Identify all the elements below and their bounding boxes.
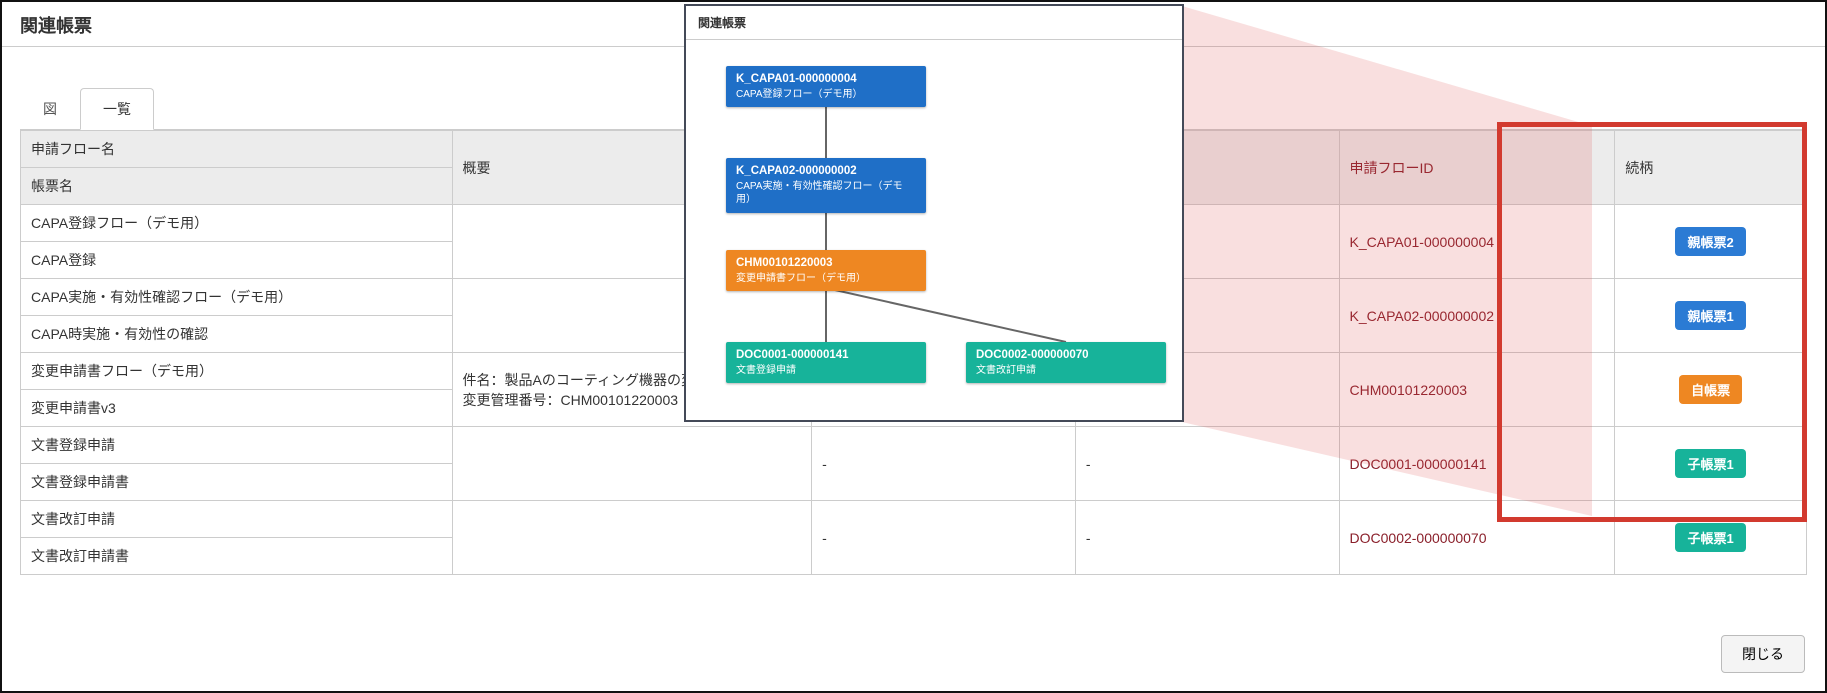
cell-flow-id: CHM00101220003 (1339, 353, 1615, 427)
relation-badge: 親帳票2 (1675, 227, 1745, 256)
cell-relation: 自帳票 (1615, 353, 1807, 427)
th-flow-name: 申請フロー名 (21, 131, 453, 168)
cell-col2: - (1075, 501, 1339, 575)
cell-col1: - (812, 427, 1076, 501)
cell-relation: 子帳票1 (1615, 501, 1807, 575)
diagram-title: 関連帳票 (686, 6, 1182, 40)
cell-relation: 子帳票1 (1615, 427, 1807, 501)
diagram-node[interactable]: K_CAPA02-000000002CAPA実施・有効性確認フロー（デモ用） (726, 158, 926, 213)
cell-flow-name: CAPA登録フロー（デモ用） (21, 205, 453, 242)
cell-form-name: 変更申請書v3 (21, 390, 453, 427)
relation-badge: 自帳票 (1679, 375, 1742, 404)
cell-form-name: 文書登録申請書 (21, 464, 453, 501)
cell-summary (452, 427, 812, 501)
tab-diagram[interactable]: 図 (20, 88, 80, 130)
diagram-overlay: 関連帳票 K_CAPA01-000000004CAPA登録フロー（デモ用） K_C… (684, 4, 1184, 422)
diagram-node[interactable]: K_CAPA01-000000004CAPA登録フロー（デモ用） (726, 66, 926, 107)
diagram-node[interactable]: CHM00101220003変更申請書フロー（デモ用） (726, 250, 926, 291)
cell-flow-name: 文書改訂申請 (21, 501, 453, 538)
cell-form-name: 文書改訂申請書 (21, 538, 453, 575)
tab-list[interactable]: 一覧 (80, 88, 154, 130)
relation-badge: 子帳票1 (1675, 523, 1745, 552)
cell-col1: - (812, 501, 1076, 575)
cell-summary (452, 501, 812, 575)
cell-flow-id: DOC0002-000000070 (1339, 501, 1615, 575)
cell-flow-name: 文書登録申請 (21, 427, 453, 464)
diagram-node[interactable]: DOC0002-000000070文書改訂申請 (966, 342, 1166, 383)
th-flow-id: 申請フローID (1339, 131, 1615, 205)
cell-form-name: CAPA時実施・有効性の確認 (21, 316, 453, 353)
cell-flow-id: DOC0001-000000141 (1339, 427, 1615, 501)
th-form-name: 帳票名 (21, 168, 453, 205)
cell-relation: 親帳票1 (1615, 279, 1807, 353)
cell-flow-name: CAPA実施・有効性確認フロー（デモ用） (21, 279, 453, 316)
table-row[interactable]: 文書改訂申請--DOC0002-000000070子帳票1 (21, 501, 1807, 538)
table-row[interactable]: 文書登録申請--DOC0001-000000141子帳票1 (21, 427, 1807, 464)
relation-badge: 親帳票1 (1675, 301, 1745, 330)
cell-flow-id: K_CAPA02-000000002 (1339, 279, 1615, 353)
th-relation: 続柄 (1615, 131, 1807, 205)
cell-relation: 親帳票2 (1615, 205, 1807, 279)
close-button[interactable]: 閉じる (1721, 635, 1805, 673)
cell-form-name: CAPA登録 (21, 242, 453, 279)
cell-flow-id: K_CAPA01-000000004 (1339, 205, 1615, 279)
relation-badge: 子帳票1 (1675, 449, 1745, 478)
cell-flow-name: 変更申請書フロー（デモ用） (21, 353, 453, 390)
diagram-node[interactable]: DOC0001-000000141文書登録申請 (726, 342, 926, 383)
cell-col2: - (1075, 427, 1339, 501)
